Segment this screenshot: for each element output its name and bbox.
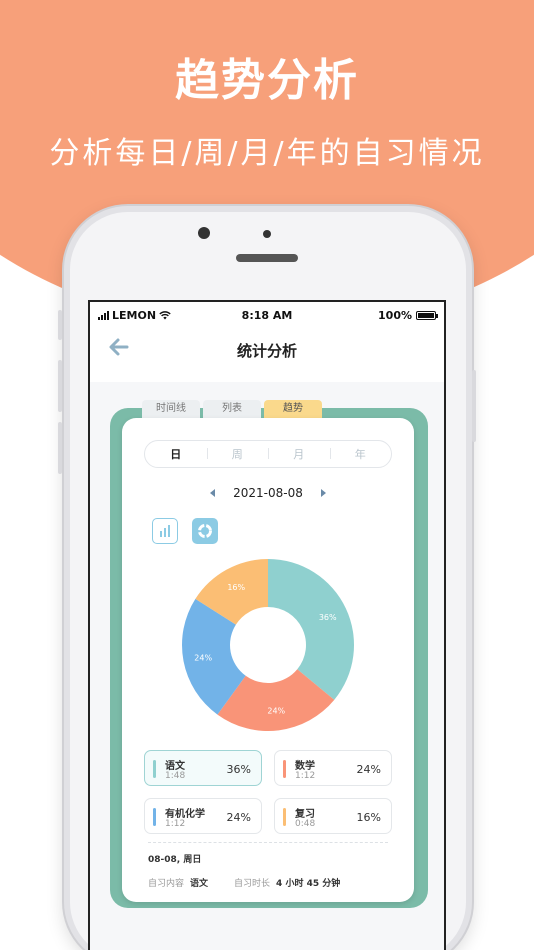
subject-time: 0:48 [295,819,316,829]
duration-label: 自习时长 [234,879,271,889]
bar-chart-toggle[interactable] [152,518,178,544]
subject-name: 语文 [165,761,185,772]
tab-list[interactable]: 列表 [203,400,261,418]
subject-name: 复习 [295,809,315,820]
slice-label: 24% [267,706,285,715]
duration-value: 4 小时 45 分钟 [276,879,341,889]
donut-chart: 36% 24% 24% 16% [182,559,354,731]
slice-label: 16% [227,583,245,592]
subject-percent: 24% [226,811,251,824]
tab-trend[interactable]: 趋势 [264,400,322,418]
subject-time: 1:48 [165,771,186,781]
subject-name: 数学 [295,761,315,772]
subject-time: 1:12 [295,771,316,781]
view-tabs: 时间线 列表 趋势 [142,400,322,418]
subject-color-bar [153,760,156,778]
phone-volume-up-button [58,360,62,412]
content-label: 自习内容 [148,879,185,889]
slice-label: 36% [319,613,337,622]
prev-date-icon[interactable] [210,489,216,497]
battery-percent: 100% [378,309,412,322]
period-day[interactable]: 日 [145,446,207,462]
tab-timeline[interactable]: 时间线 [142,400,200,418]
current-date: 2021-08-08 [233,486,303,500]
date-navigator: 2021-08-08 [122,486,414,500]
subject-time: 1:12 [165,819,186,829]
phone-mute-button [58,310,62,340]
subject-card-organic-chemistry[interactable]: 有机化学 1:12 24% [144,798,262,834]
slice-chinese[interactable] [268,559,354,700]
subject-color-bar [283,760,286,778]
app-screen: LEMON 8:18 AM 100% 统计分析 时间线 列表 趋势 日 周 月 … [88,300,446,950]
phone-power-button [472,370,476,442]
donut-chart-icon [198,524,212,538]
subject-color-bar [153,808,156,826]
page-title: 统计分析 [236,342,297,360]
subject-percent: 36% [226,763,251,776]
phone-volume-down-button [58,422,62,474]
subject-percent: 24% [356,763,381,776]
period-month[interactable]: 月 [268,446,330,462]
promo-title: 趋势分析 [175,55,359,106]
subject-name: 有机化学 [165,809,205,820]
summary-divider [148,842,388,843]
subject-card-chinese[interactable]: 语文 1:48 36% [144,750,262,786]
pie-chart-toggle[interactable] [192,518,218,544]
status-bar: LEMON 8:18 AM 100% [90,302,444,328]
period-year[interactable]: 年 [329,446,392,462]
summary-row: 自习内容 语文 自习时长 4 小时 45 分钟 [148,876,340,889]
subject-card-math[interactable]: 数学 1:12 24% [274,750,392,786]
slice-label: 24% [194,653,212,662]
subject-card-review[interactable]: 复习 0:48 16% [274,798,392,834]
next-date-icon[interactable] [320,489,326,497]
trend-card: 日 周 月 年 2021-08-08 36% 24% 24% 16% 语文 1:… [122,418,414,902]
earpiece-speaker [236,254,298,262]
period-week[interactable]: 周 [206,446,269,462]
bar-chart-icon [160,525,170,537]
subject-percent: 16% [356,811,381,824]
proximity-sensor [263,230,271,238]
summary-date: 08-08, 周日 [148,855,202,865]
period-selector: 日 周 月 年 [144,440,392,468]
battery-icon [416,311,438,320]
promo-subtitle: 分析每日/周/月/年的自习情况 [49,136,485,171]
subject-color-bar [283,808,286,826]
front-camera [198,227,210,239]
nav-bar: 统计分析 [90,328,444,382]
content-value: 语文 [190,879,209,889]
